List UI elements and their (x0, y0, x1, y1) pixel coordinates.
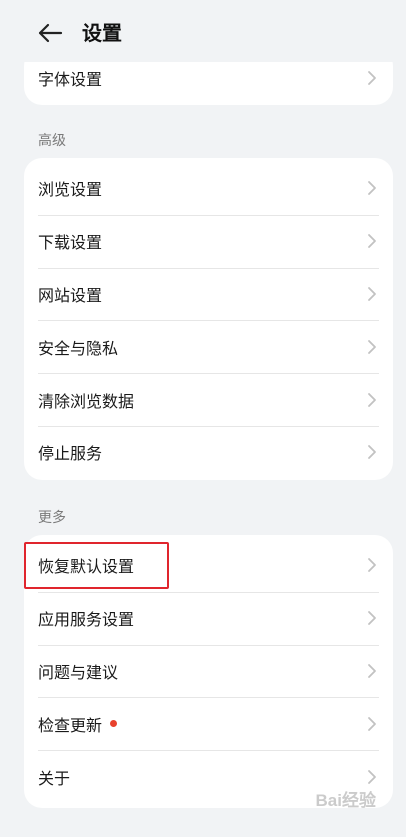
page-title: 设置 (82, 21, 122, 45)
chevron-right-icon (368, 769, 376, 784)
setting-item-label: 下载设置 (38, 233, 103, 253)
setting-item-label: 恢复默认设置 (38, 557, 135, 577)
setting-item-app-services[interactable]: 应用服务设置 (24, 591, 393, 645)
setting-item-download[interactable]: 下载设置 (24, 214, 393, 268)
chevron-right-icon (368, 664, 376, 678)
setting-item-feedback[interactable]: 问题与建议 (24, 644, 393, 698)
chevron-right-icon (368, 234, 376, 249)
setting-item-label: 问题与建议 (38, 662, 119, 682)
setting-item-security-privacy[interactable]: 安全与隐私 (24, 320, 393, 373)
card-more: 恢复默认设置 应用服务设置 问题与建议 检查更新 关于 (24, 535, 393, 808)
setting-item-browse[interactable]: 浏览设置 (24, 162, 393, 215)
setting-item-website[interactable]: 网站设置 (24, 267, 393, 321)
chevron-right-icon (368, 558, 376, 573)
chevron-right-icon (368, 716, 376, 731)
setting-item-label: 关于 (38, 768, 71, 788)
setting-item-label: 检查更新 (38, 715, 103, 735)
setting-item-stop-service[interactable]: 停止服务 (24, 425, 393, 479)
section-title-more: 更多 (38, 510, 66, 526)
setting-item-label: 应用服务设置 (38, 610, 135, 630)
setting-item-check-update[interactable]: 检查更新 (24, 697, 393, 750)
card-advanced: 浏览设置 下载设置 网站设置 安全与隐私 清除浏览数据 停止服务 (24, 158, 393, 480)
setting-item-label: 停止服务 (38, 444, 103, 464)
setting-item-restore-defaults[interactable]: 恢复默认设置 (24, 539, 393, 592)
setting-item-label: 网站设置 (38, 285, 103, 305)
update-badge-dot (110, 720, 118, 728)
setting-item-label: 安全与隐私 (38, 338, 119, 358)
chevron-right-icon (368, 339, 376, 354)
section-title-advanced: 高级 (38, 133, 66, 149)
chevron-right-icon (368, 287, 376, 301)
chevron-right-icon (368, 71, 376, 86)
chevron-right-icon (368, 445, 376, 460)
setting-item-label: 浏览设置 (38, 180, 103, 200)
arrow-left-icon (38, 23, 63, 43)
chevron-right-icon (368, 181, 376, 196)
back-button[interactable] (30, 16, 70, 50)
setting-item-label: 清除浏览数据 (38, 391, 135, 411)
setting-item-label: 字体设置 (38, 70, 103, 90)
header-bar: 设置 (0, 0, 406, 62)
setting-item-clear-data[interactable]: 清除浏览数据 (24, 373, 393, 426)
watermark-logo: Bai经验 (315, 791, 376, 810)
chevron-right-icon (368, 611, 376, 626)
chevron-right-icon (368, 392, 376, 407)
